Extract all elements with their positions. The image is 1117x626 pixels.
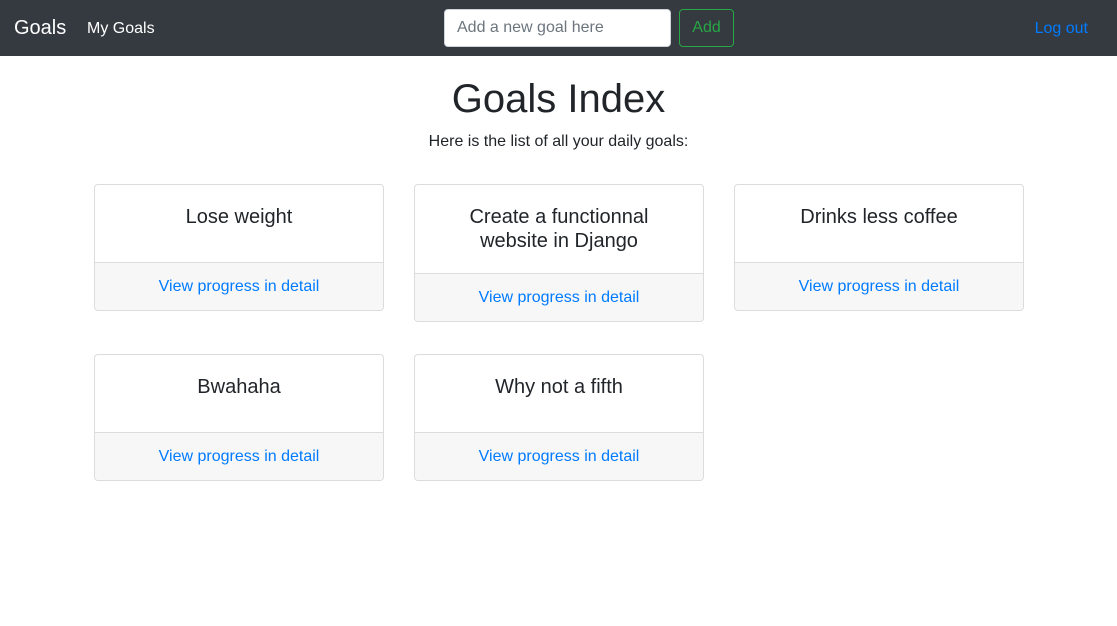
goal-card-footer: View progress in detail: [735, 262, 1023, 310]
brand-link[interactable]: Goals: [14, 14, 66, 42]
goal-card: Create a functionnal website in Django V…: [414, 184, 704, 322]
goal-title: Lose weight: [185, 206, 293, 228]
page-subtitle: Here is the list of all your daily goals…: [428, 133, 689, 150]
view-progress-link[interactable]: View progress in detail: [799, 278, 960, 296]
add-goal-button[interactable]: Add: [679, 9, 734, 47]
goal-title: Drinks less coffee: [800, 206, 958, 228]
goal-card: Why not a fifth View progress in detail: [414, 354, 704, 481]
new-goal-input[interactable]: [444, 9, 671, 47]
logout-link[interactable]: Log out: [1035, 18, 1088, 40]
view-progress-link[interactable]: View progress in detail: [159, 448, 320, 466]
goal-card: Lose weight View progress in detail: [94, 184, 384, 311]
goal-title: Why not a fifth: [495, 376, 623, 398]
goal-card: Bwahaha View progress in detail: [94, 354, 384, 481]
goal-title: Bwahaha: [197, 376, 281, 398]
view-progress-link[interactable]: View progress in detail: [479, 448, 640, 466]
goal-card-footer: View progress in detail: [415, 273, 703, 321]
navbar: Goals My Goals Add Log out: [0, 0, 1117, 56]
goal-card-footer: View progress in detail: [415, 432, 703, 480]
goals-grid: Lose weight View progress in detail Crea…: [94, 184, 1024, 481]
add-goal-form: Add: [444, 9, 734, 47]
my-goals-link[interactable]: My Goals: [87, 18, 155, 40]
view-progress-link[interactable]: View progress in detail: [479, 289, 640, 307]
goal-title: Create a functionnal website in Django: [469, 206, 649, 252]
page-title: Goals Index: [451, 77, 666, 121]
goal-card-footer: View progress in detail: [95, 432, 383, 480]
goal-card: Drinks less coffee View progress in deta…: [734, 184, 1024, 311]
goal-card-footer: View progress in detail: [95, 262, 383, 310]
view-progress-link[interactable]: View progress in detail: [159, 278, 320, 296]
